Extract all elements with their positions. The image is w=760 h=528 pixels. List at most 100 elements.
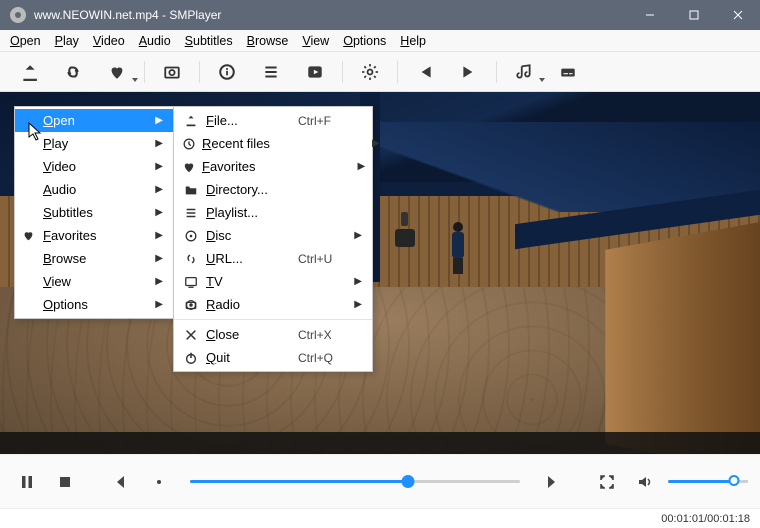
- open-file-icon[interactable]: [12, 58, 46, 86]
- chevron-right-icon: ▶: [155, 299, 163, 310]
- statusbar: 00:01:01 / 00:01:18: [0, 508, 760, 528]
- chevron-right-icon: ▶: [155, 138, 163, 149]
- seek-slider[interactable]: [190, 472, 520, 492]
- open-submenu: File...Ctrl+FRecent files▶Favorites▶Dire…: [173, 106, 373, 372]
- menu-view[interactable]: View: [302, 34, 329, 48]
- submenu-item-label: Radio: [206, 297, 292, 312]
- menu-item-video[interactable]: Video ▶: [15, 155, 173, 178]
- heart-icon: [182, 160, 196, 174]
- menu-item-audio[interactable]: Audio▶: [15, 178, 173, 201]
- seek-back-button[interactable]: [106, 467, 136, 497]
- menu-browse[interactable]: Browse: [247, 34, 289, 48]
- menu-item-label: Options: [43, 297, 149, 312]
- chevron-right-icon: ▶: [155, 207, 163, 218]
- settings-icon[interactable]: [353, 58, 387, 86]
- volume-slider[interactable]: [668, 472, 748, 492]
- chevron-right-icon: ▶: [354, 230, 362, 241]
- speed-button[interactable]: [144, 467, 174, 497]
- menu-audio[interactable]: Audio: [139, 34, 171, 48]
- menubar: Open Play Video Audio Subtitles Browse View Opt…: [0, 30, 760, 52]
- stop-button[interactable]: [50, 467, 80, 497]
- volume-icon[interactable]: [630, 467, 660, 497]
- prev-icon[interactable]: [408, 58, 442, 86]
- playlist-icon[interactable]: [254, 58, 288, 86]
- fullscreen-button[interactable]: [592, 467, 622, 497]
- list-icon: [182, 206, 200, 220]
- pause-button[interactable]: [12, 467, 42, 497]
- tv-icon: [182, 275, 200, 289]
- menu-item-label: Open: [43, 113, 149, 128]
- separator: [342, 61, 343, 83]
- menu-open[interactable]: Open: [10, 34, 41, 48]
- cursor-icon: [28, 122, 44, 142]
- chevron-right-icon: ▶: [155, 276, 163, 287]
- seek-fwd-button[interactable]: [536, 467, 566, 497]
- titlebar: www.NEOWIN.net.mp4 - SMPlayer: [0, 0, 760, 30]
- separator: [199, 61, 200, 83]
- menu-item-favorites[interactable]: Favorites ▶: [15, 224, 173, 247]
- submenu-item-label: Quit: [206, 350, 292, 365]
- chevron-right-icon: ▶: [155, 184, 163, 195]
- time-total: 00:01:18: [707, 513, 750, 525]
- menu-play[interactable]: Play: [55, 34, 79, 48]
- menu-video[interactable]: Video: [93, 34, 125, 48]
- submenu-item-close[interactable]: CloseCtrl+X: [174, 323, 372, 346]
- submenu-item-label: File...: [206, 113, 292, 128]
- chevron-right-icon: ▶: [155, 161, 163, 172]
- menu-help[interactable]: Help: [400, 34, 426, 48]
- separator: [144, 61, 145, 83]
- subtitles-icon[interactable]: [551, 58, 585, 86]
- menu-item-view[interactable]: View ▶: [15, 270, 173, 293]
- submenu-item-radio[interactable]: Radio ▶: [174, 293, 372, 316]
- favorite-icon[interactable]: [100, 58, 134, 86]
- minimize-button[interactable]: [628, 0, 672, 30]
- info-icon[interactable]: [210, 58, 244, 86]
- separator: [496, 61, 497, 83]
- open-url-icon[interactable]: [56, 58, 90, 86]
- menu-item-label: View: [43, 274, 149, 289]
- chevron-right-icon: ▶: [354, 299, 362, 310]
- playback-controls: [0, 454, 760, 508]
- audio-icon[interactable]: [507, 58, 541, 86]
- time-current: 00:01:01: [661, 513, 704, 525]
- disc-icon: [182, 229, 200, 243]
- menu-item-label: Play: [43, 136, 149, 151]
- shortcut-label: Ctrl+X: [298, 328, 348, 342]
- shortcut-label: Ctrl+F: [298, 114, 348, 128]
- shortcut-label: Ctrl+U: [298, 252, 348, 266]
- play-icon[interactable]: [298, 58, 332, 86]
- next-icon[interactable]: [452, 58, 486, 86]
- menu-item-subtitles[interactable]: Subtitles▶: [15, 201, 173, 224]
- maximize-button[interactable]: [672, 0, 716, 30]
- submenu-item-recent-files[interactable]: Recent files▶: [174, 132, 372, 155]
- submenu-item-label: TV: [206, 274, 292, 289]
- submenu-item-quit[interactable]: Quit Ctrl+Q: [174, 346, 372, 369]
- menu-item-label: Video: [43, 159, 149, 174]
- menu-subtitles[interactable]: Subtitles: [185, 34, 233, 48]
- recent-icon: [182, 137, 196, 151]
- submenu-item-label: Recent files: [202, 136, 310, 151]
- radio-icon: [182, 298, 200, 312]
- window-title: www.NEOWIN.net.mp4 - SMPlayer: [34, 8, 628, 22]
- menu-item-browse[interactable]: Browse▶: [15, 247, 173, 270]
- file-icon: [182, 114, 200, 128]
- submenu-item-disc[interactable]: Disc ▶: [174, 224, 372, 247]
- shortcut-label: Ctrl+Q: [298, 351, 348, 365]
- submenu-item-playlist[interactable]: Playlist...: [174, 201, 372, 224]
- submenu-item-url[interactable]: URL...Ctrl+U: [174, 247, 372, 270]
- submenu-item-directory[interactable]: Directory...: [174, 178, 372, 201]
- toolbar: [0, 52, 760, 92]
- menu-item-options[interactable]: Options ▶: [15, 293, 173, 316]
- screenshot-icon[interactable]: [155, 58, 189, 86]
- submenu-item-label: Disc: [206, 228, 292, 243]
- menu-item-label: Favorites: [43, 228, 149, 243]
- close-icon: [182, 328, 200, 342]
- chevron-right-icon: ▶: [155, 115, 163, 126]
- app-icon: [10, 7, 26, 23]
- submenu-item-file[interactable]: File... Ctrl+F: [174, 109, 372, 132]
- submenu-item-favorites[interactable]: Favorites▶: [174, 155, 372, 178]
- close-button[interactable]: [716, 0, 760, 30]
- chevron-right-icon: ▶: [155, 230, 163, 241]
- menu-options[interactable]: Options: [343, 34, 386, 48]
- submenu-item-tv[interactable]: TV▶: [174, 270, 372, 293]
